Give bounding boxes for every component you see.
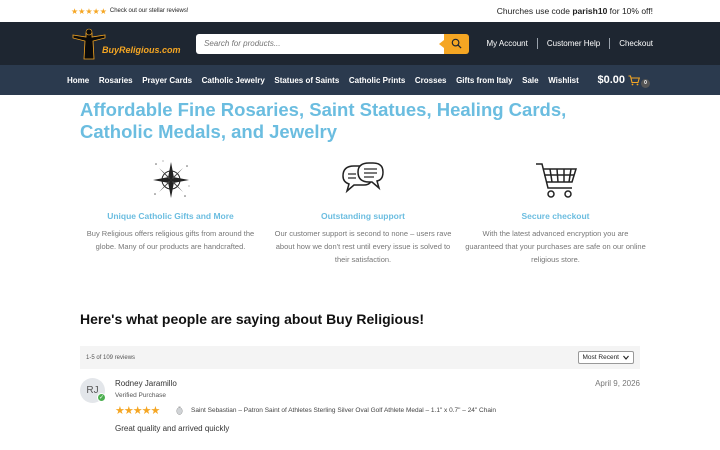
feature-title: Outstanding support	[320, 211, 406, 221]
sort-select[interactable]: Most Recent	[577, 351, 634, 364]
promo-right-prefix: Churches use code	[496, 6, 573, 16]
nav-item-statues-of-saints[interactable]: Statues of Saints	[274, 76, 339, 85]
cart-total: $0.00	[597, 74, 625, 86]
promo-stars: ★★★★★	[71, 6, 107, 16]
verified-label: Verified Purchase	[115, 392, 166, 399]
nav-item-wishlist[interactable]: Wishlist	[548, 76, 579, 85]
reviews-count: 1-5 of 109 reviews	[86, 354, 136, 361]
feature-text: With the latest advanced encryption you …	[465, 229, 646, 264]
nav-item-catholic-jewelry[interactable]: Catholic Jewelry	[202, 76, 265, 85]
feature-support: Outstanding support Our customer support…	[271, 159, 456, 266]
promo-code: parish10	[572, 6, 608, 16]
reviews-promo-link[interactable]: ★★★★★ Check out our stellar reviews!	[71, 7, 189, 16]
feature-title: Secure checkout	[521, 211, 590, 221]
cart-count-badge: 0	[641, 78, 650, 88]
cart-icon	[628, 74, 640, 85]
nav-item-home[interactable]: Home	[67, 76, 89, 85]
reviewer-name: Rodney Jaramillo	[115, 379, 177, 388]
reviews-toolbar: 1-5 of 109 reviews Most Recent	[80, 346, 640, 369]
christ-figure-icon	[70, 26, 108, 61]
hero-title: Affordable Fine Rosaries, Saint Statues,…	[80, 99, 567, 142]
promo-right-suffix: for 10% off!	[607, 6, 653, 16]
verified-check-icon: ✓	[97, 393, 106, 402]
cart-button[interactable]: $0.00 0	[597, 73, 650, 88]
feature-secure-checkout: Secure checkout With the latest advanced…	[463, 159, 648, 266]
nav-item-crosses[interactable]: Crosses	[415, 76, 447, 85]
main-nav: Home Rosaries Prayer Cards Catholic Jewe…	[0, 65, 720, 95]
nav-item-catholic-prints[interactable]: Catholic Prints	[349, 76, 405, 85]
compass-icon	[152, 160, 190, 198]
checkout-link[interactable]: Checkout	[610, 39, 653, 48]
promo-left-text: Check out our stellar reviews!	[109, 8, 189, 14]
search-icon	[451, 38, 462, 49]
review-item: RJ ✓ Rodney Jaramillo Verified Purchase …	[80, 377, 640, 437]
review-body: Great quality and arrived quickly	[115, 424, 230, 433]
feature-unique-gifts: Unique Catholic Gifts and More Buy Relig…	[78, 159, 263, 266]
nav-item-prayer-cards[interactable]: Prayer Cards	[142, 76, 192, 85]
shopping-cart-icon	[535, 163, 577, 198]
feature-title: Unique Catholic Gifts and More	[107, 211, 234, 221]
search-input[interactable]	[196, 33, 444, 54]
header-links: My Account Customer Help Checkout	[477, 38, 653, 49]
review-product-link[interactable]: Saint Sebastian – Patron Saint of Athlet…	[191, 407, 496, 414]
feature-text: Our customer support is second to none –…	[274, 229, 452, 264]
medal-thumbnail-icon[interactable]	[176, 406, 183, 415]
review-date: April 9, 2026	[595, 379, 640, 388]
chevron-down-icon	[623, 355, 629, 360]
nav-item-rosaries[interactable]: Rosaries	[99, 76, 133, 85]
review-stars: ★★★★★	[115, 405, 160, 417]
nav-item-gifts-from-italy[interactable]: Gifts from Italy	[456, 76, 512, 85]
search-bar	[196, 33, 469, 54]
logo-text: BuyReligious.com	[102, 44, 181, 55]
my-account-link[interactable]: My Account	[477, 39, 536, 48]
nav-item-sale[interactable]: Sale	[522, 76, 538, 85]
promo-bar: ★★★★★ Check out our stellar reviews! Chu…	[0, 0, 720, 22]
site-logo[interactable]: BuyReligious.com	[70, 26, 196, 61]
testimonials-title: Here's what people are saying about Buy …	[80, 311, 425, 327]
chat-bubbles-icon	[342, 162, 384, 194]
search-button[interactable]	[439, 33, 469, 54]
feature-text: Buy Religious offers religious gifts fro…	[86, 229, 255, 251]
site-header: BuyReligious.com My Account Customer Hel…	[0, 22, 720, 65]
features-row: Unique Catholic Gifts and More Buy Relig…	[78, 159, 648, 266]
customer-help-link[interactable]: Customer Help	[538, 39, 609, 48]
church-discount-text: Churches use code parish10 for 10% off!	[497, 6, 653, 16]
sort-selected: Most Recent	[582, 354, 620, 361]
